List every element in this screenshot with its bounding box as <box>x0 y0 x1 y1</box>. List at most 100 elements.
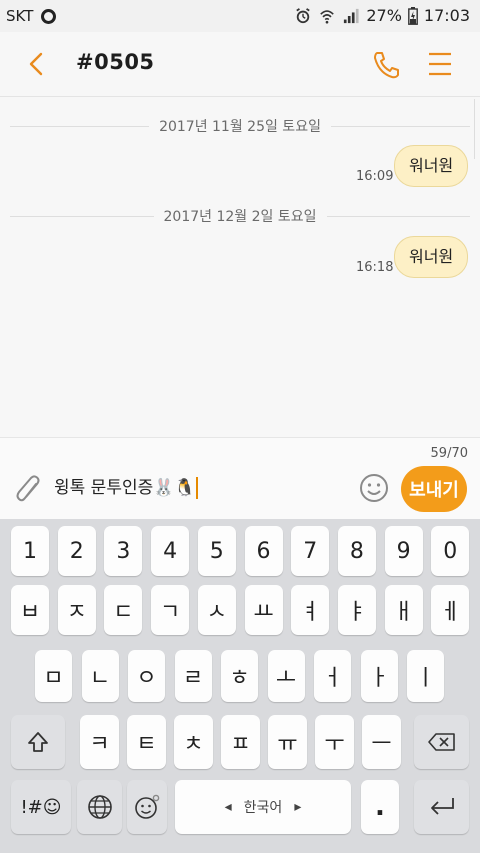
message-time: 16:18 <box>356 260 394 275</box>
key[interactable]: ㄱ <box>151 585 190 635</box>
key-label: ㅅ <box>206 600 227 625</box>
key[interactable]: ㅔ <box>431 585 470 635</box>
key-label: ㅂ <box>19 600 41 625</box>
key[interactable]: ㅍ <box>221 715 260 769</box>
key[interactable]: 0 <box>431 526 470 576</box>
key-label: ㅁ <box>43 666 64 691</box>
key[interactable]: ㅛ <box>244 585 283 635</box>
message-bubble[interactable]: 워너원 <box>394 236 469 278</box>
key[interactable]: ㅏ <box>360 650 398 702</box>
key-label: ㅏ <box>368 666 390 691</box>
key[interactable]: 8 <box>337 526 376 576</box>
menu-icon[interactable] <box>424 48 456 80</box>
key-label: ㄱ <box>159 600 181 625</box>
key[interactable]: ㅊ <box>174 715 213 769</box>
period-label: . <box>375 792 385 822</box>
back-arrow-icon[interactable] <box>22 48 54 80</box>
backspace-icon <box>427 733 455 751</box>
wifi-icon <box>320 9 335 24</box>
key[interactable]: ㅡ <box>362 715 401 769</box>
attachment-icon[interactable] <box>14 474 44 506</box>
status-right: 27% 17:03 <box>294 6 470 25</box>
key[interactable]: ㅋ <box>80 715 119 769</box>
symbols-label: !#☺ <box>20 796 62 818</box>
key[interactable]: ㅜ <box>315 715 354 769</box>
key[interactable]: 9 <box>384 526 423 576</box>
key-label: 9 <box>396 538 411 564</box>
period-key[interactable]: . <box>361 780 399 834</box>
shift-key[interactable] <box>11 715 65 769</box>
key[interactable]: ㅁ <box>35 650 72 702</box>
key[interactable]: ㄹ <box>174 650 212 702</box>
key-label: 5 <box>209 538 224 564</box>
key[interactable]: ㅣ <box>407 650 444 702</box>
key[interactable]: ㅈ <box>57 585 96 635</box>
symbols-key[interactable]: !#☺ <box>11 780 71 834</box>
signal-icon <box>344 8 359 23</box>
date-separator: 2017년 11월 25일 토요일 <box>10 116 471 136</box>
key[interactable]: ㅠ <box>268 715 307 769</box>
message-input-text: 윙톡 문투인증🐰🐧 <box>54 478 196 498</box>
globe-icon <box>87 795 112 819</box>
scrollbar[interactable] <box>474 99 480 159</box>
key[interactable]: ㅑ <box>337 585 376 635</box>
key-label: ㄷ <box>113 600 134 625</box>
phone-call-icon[interactable] <box>370 48 404 82</box>
key-label: 8 <box>349 538 364 564</box>
key-label: 7 <box>303 538 318 564</box>
enter-key[interactable] <box>414 780 469 834</box>
key[interactable]: ㅕ <box>291 585 330 635</box>
message-list[interactable]: 2017년 11월 25일 토요일 16:09 워너원 2017년 12월 2일… <box>0 97 480 437</box>
key-label: ㄴ <box>89 666 111 691</box>
key-label: ㅠ <box>277 732 298 757</box>
key[interactable]: 2 <box>57 526 96 576</box>
key[interactable]: ㄷ <box>104 585 143 635</box>
compose-bar: 59/70 윙톡 문투인증🐰🐧 보내기 <box>0 437 480 520</box>
key[interactable]: 3 <box>104 526 143 576</box>
key[interactable]: ㅌ <box>127 715 166 769</box>
date-separator: 2017년 12월 2일 토요일 <box>10 206 471 226</box>
status-bar: SKT 27% 17:03 <box>0 0 480 32</box>
key-label: 0 <box>443 538 458 564</box>
key-label: 3 <box>116 538 131 564</box>
smiley-gear-icon <box>135 794 160 819</box>
key-label: ㅓ <box>322 666 343 691</box>
key[interactable]: ㅅ <box>197 585 236 635</box>
app-bar: #0505 <box>0 32 480 97</box>
send-button[interactable]: 보내기 <box>401 466 467 512</box>
date-label: 2017년 12월 2일 토요일 <box>163 209 317 225</box>
key-label: 6 <box>256 538 271 564</box>
key-label: ㅗ <box>275 666 297 691</box>
key[interactable]: ㅓ <box>314 650 351 702</box>
battery-percent: 27% <box>366 6 402 25</box>
key[interactable]: 1 <box>11 526 49 576</box>
key-label: 4 <box>163 538 178 564</box>
key[interactable]: 5 <box>197 526 236 576</box>
key[interactable]: 4 <box>151 526 190 576</box>
key[interactable]: ㅐ <box>384 585 423 635</box>
language-key[interactable] <box>77 780 122 834</box>
message-input[interactable]: 윙톡 문투인증🐰🐧 <box>54 474 344 502</box>
key[interactable]: 7 <box>291 526 330 576</box>
key[interactable]: ㅇ <box>128 650 165 702</box>
key[interactable]: 6 <box>244 526 283 576</box>
key-label: ㄹ <box>182 666 204 691</box>
key[interactable]: ㅎ <box>221 650 258 702</box>
emoji-key[interactable] <box>127 780 167 834</box>
key-label: ㅑ <box>346 600 368 625</box>
key[interactable]: ㅂ <box>11 585 49 635</box>
emoji-icon[interactable] <box>358 472 390 504</box>
conversation-title: #0505 <box>76 50 155 74</box>
key[interactable]: ㅗ <box>267 650 305 702</box>
key-label: 2 <box>69 538 84 564</box>
backspace-key[interactable] <box>414 715 469 769</box>
key-label: ㅎ <box>229 666 250 691</box>
cursor-right-icon: ▸ <box>294 799 302 815</box>
message-bubble[interactable]: 워너원 <box>394 145 469 187</box>
key-label: ㅛ <box>253 600 274 625</box>
keyboard: 1234567890 ㅂㅈㄷㄱㅅㅛㅕㅑㅐㅔ ㅁㄴㅇㄹㅎㅗㅓㅏㅣ ㅋㅌㅊㅍㅠㅜㅡ … <box>0 519 480 853</box>
space-key[interactable]: ◂ 한국어 ▸ <box>175 780 351 834</box>
key[interactable]: ㄴ <box>81 650 119 702</box>
key-label: ㅊ <box>183 732 204 757</box>
key-label: ㅔ <box>440 600 461 625</box>
